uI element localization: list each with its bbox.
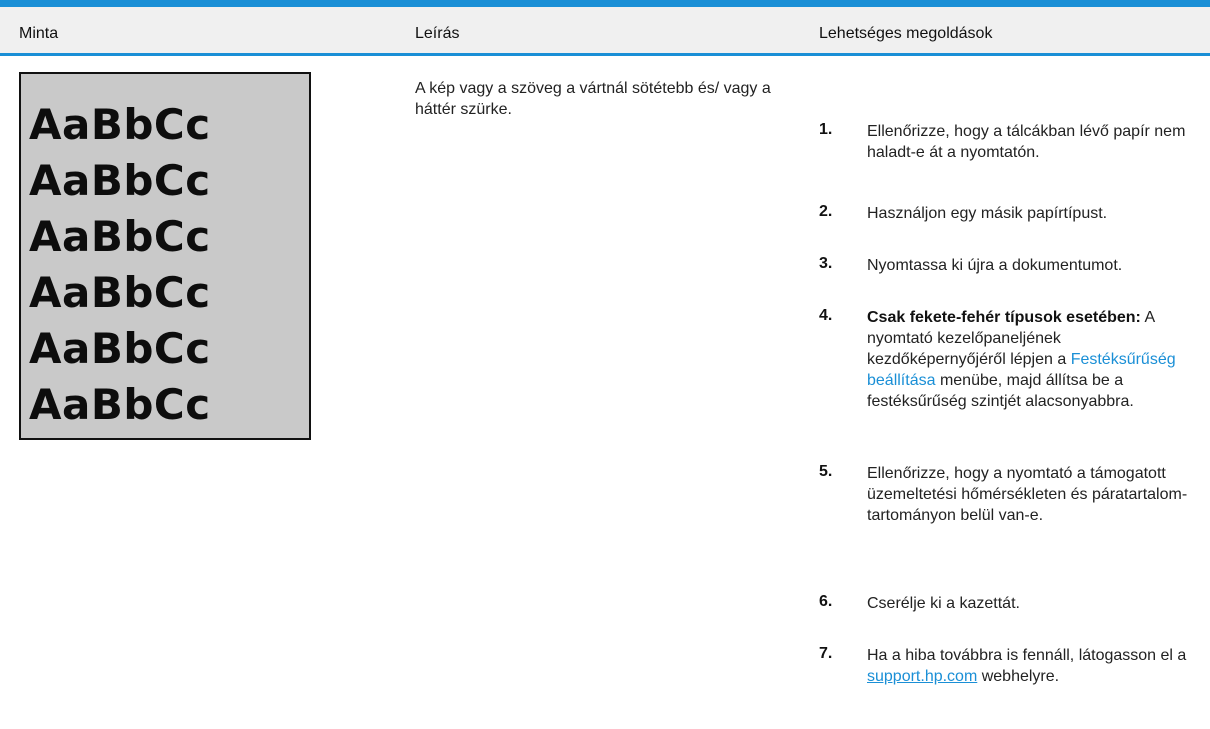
step-text: Nyomtassa ki újra a dokumentumot. <box>867 257 1123 274</box>
solution-step-2: 2. Használjon egy másik papírtípust. <box>819 203 1199 225</box>
step-text-part: webhelyre. <box>977 668 1060 685</box>
sample-text-line: AaBbCc <box>29 156 211 205</box>
step-number: 5. <box>819 463 833 480</box>
solution-step-7: 7. Ha a hiba továbbra is fennáll, látoga… <box>819 645 1199 711</box>
step-text: Ha a hiba továbbra is fennáll, látogasso… <box>867 645 1197 687</box>
solution-step-3: 3. Nyomtassa ki újra a dokumentumot. <box>819 255 1199 277</box>
print-sample-image: AaBbCc AaBbCc AaBbCc AaBbCc AaBbCc AaBbC… <box>19 72 311 440</box>
solution-step-4: 4. Csak fekete-fehér típusok esetében: A… <box>819 307 1199 437</box>
step-number: 1. <box>819 121 833 138</box>
step-number: 6. <box>819 593 833 610</box>
step-text: Ellenőrizze, hogy a nyomtató a támogatot… <box>867 465 1188 524</box>
solution-step-6: 6. Cserélje ki a kazettát. <box>819 593 1199 615</box>
step-number: 4. <box>819 307 833 324</box>
step-bold-prefix: Csak fekete-fehér típusok esetében: <box>867 309 1141 326</box>
step-text: Csak fekete-fehér típusok esetében: A ny… <box>867 307 1197 412</box>
header-sample: Minta <box>19 25 59 42</box>
step-text: Cserélje ki a kazettát. <box>867 595 1020 612</box>
header-solutions: Lehetséges megoldások <box>819 25 993 42</box>
sample-text-line: AaBbCc <box>29 324 211 373</box>
solution-step-5: 5. Ellenőrizze, hogy a nyomtató a támoga… <box>819 463 1199 551</box>
step-number: 2. <box>819 203 833 220</box>
step-number: 3. <box>819 255 833 272</box>
solution-step-1: 1. Ellenőrizze, hogy a tálcákban lévő pa… <box>819 121 1199 165</box>
step-text: Használjon egy másik papírtípust. <box>867 205 1108 222</box>
step-text-part: Ha a hiba továbbra is fennáll, látogasso… <box>867 647 1187 664</box>
sample-text-line: AaBbCc <box>29 212 211 261</box>
header-description: Leírás <box>415 25 460 42</box>
top-accent-rule <box>0 0 1210 7</box>
table-header-row: Minta Leírás Lehetséges megoldások <box>0 7 1210 56</box>
support-link[interactable]: support.hp.com <box>867 668 977 685</box>
sample-text-line: AaBbCc <box>29 268 211 317</box>
issue-description: A kép vagy a szöveg a vártnál sötétebb é… <box>415 80 771 118</box>
step-text: Ellenőrizze, hogy a tálcákban lévő papír… <box>867 123 1186 161</box>
step-number: 7. <box>819 645 833 662</box>
sample-text-line: AaBbCc <box>29 100 211 149</box>
sample-text-line: AaBbCc <box>29 380 211 429</box>
